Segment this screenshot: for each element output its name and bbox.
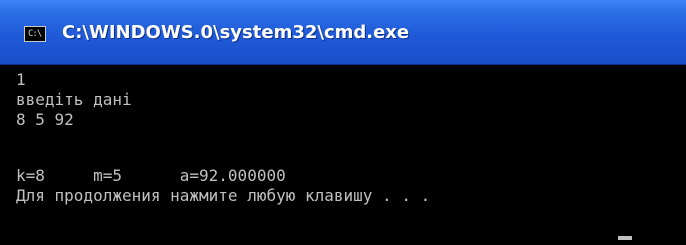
title-bar[interactable]: C:\ C:\WINDOWS.0\system32\cmd.exe bbox=[0, 0, 686, 65]
text-cursor bbox=[618, 236, 632, 240]
window-title: C:\WINDOWS.0\system32\cmd.exe bbox=[62, 22, 410, 43]
console-line: Для продолжения нажмите любую клавишу . … bbox=[16, 186, 431, 205]
console-line: 1 bbox=[16, 70, 26, 89]
console-output[interactable]: 1 введіть дані 8 5 92 k=8 m=5 a=92.00000… bbox=[16, 70, 686, 245]
cmd-console-icon[interactable]: C:\ bbox=[24, 26, 46, 42]
console-line: введіть дані bbox=[16, 90, 132, 109]
console-window: C:\ C:\WINDOWS.0\system32\cmd.exe 1 введ… bbox=[0, 0, 686, 245]
console-line: 8 5 92 bbox=[16, 110, 74, 129]
console-line: k=8 m=5 a=92.000000 bbox=[16, 166, 286, 185]
icon-glyph: C:\ bbox=[28, 29, 42, 39]
